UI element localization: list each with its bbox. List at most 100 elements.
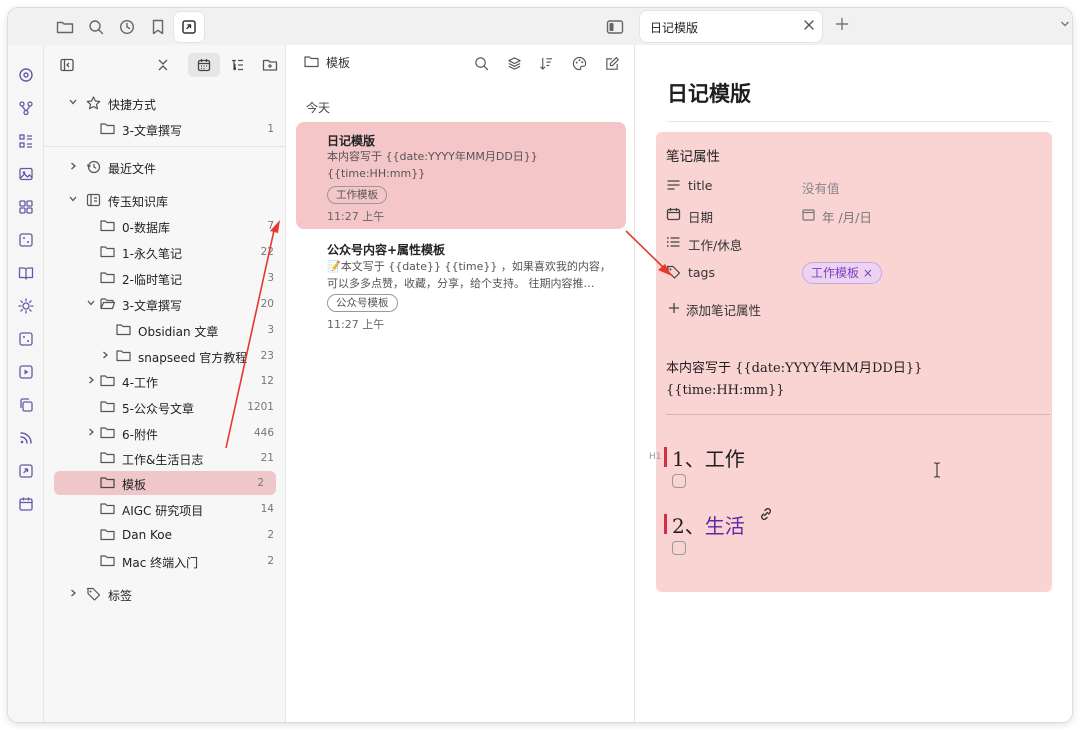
template-icon[interactable]	[16, 461, 36, 481]
count-badge: 14	[260, 503, 274, 515]
note-card-selected[interactable]: 日记模版 本内容写于 {{date:YYYY年MM月DD日}} {{time:H…	[296, 122, 626, 229]
canvas-icon[interactable]	[16, 197, 36, 217]
dots-icon[interactable]	[16, 230, 36, 250]
chevron-right-icon	[68, 161, 78, 171]
heading-life[interactable]: 2、生活	[672, 510, 745, 539]
property-work-rest[interactable]: 工作/休息	[666, 233, 1046, 253]
task-checkbox[interactable]	[672, 474, 686, 488]
folder-icon	[116, 323, 131, 336]
folder-item[interactable]: Dan Koe 2	[44, 523, 286, 547]
note-body-text[interactable]: 本内容写于 {{date:YYYY年MM月DD日}} {{time:HH:mm}…	[666, 358, 1046, 402]
vault-label: 传玉知识库	[108, 195, 169, 209]
vault-root[interactable]: 传玉知识库	[44, 188, 286, 212]
calendar-icon	[666, 207, 681, 221]
internal-link[interactable]: 生活	[705, 514, 745, 538]
link-icon[interactable]	[758, 506, 774, 522]
calendar-icon[interactable]	[188, 53, 220, 77]
heading-level-marker: H1	[649, 452, 662, 462]
image-icon[interactable]	[16, 164, 36, 184]
copy-icon[interactable]	[16, 395, 36, 415]
current-folder-label: 模板	[326, 56, 351, 70]
folder-label: Mac 终端入门	[122, 556, 199, 570]
plus-icon[interactable]	[834, 16, 850, 32]
add-property-label: 添加笔记属性	[686, 303, 762, 318]
collapse-sidebar-icon[interactable]	[56, 55, 78, 75]
book-icon[interactable]	[16, 263, 36, 283]
rss-icon[interactable]	[16, 428, 36, 448]
search-icon[interactable]	[85, 16, 107, 38]
property-tags[interactable]: tags 工作模板 ×	[666, 262, 1046, 284]
chevron-right-icon	[86, 375, 96, 385]
note-title[interactable]: 日记模版	[667, 78, 751, 108]
bookmark-icon[interactable]	[147, 16, 169, 38]
tag-pill[interactable]: 工作模板 ×	[802, 262, 882, 284]
date-picker-icon[interactable]	[802, 208, 815, 221]
folder-icon	[100, 122, 115, 135]
search-icon[interactable]	[471, 54, 491, 72]
layout-icon[interactable]	[16, 131, 36, 151]
folder-icon[interactable]	[54, 16, 76, 38]
tag-icon	[666, 265, 681, 279]
recent-files-section[interactable]: 最近文件	[44, 155, 286, 179]
note-card-tag[interactable]: 公众号模板	[327, 294, 398, 312]
branch-icon[interactable]	[16, 98, 36, 118]
video-icon[interactable]	[16, 362, 36, 382]
collapse-all-icon[interactable]	[152, 55, 174, 75]
tab-diary-template[interactable]: 日记模版	[640, 11, 822, 42]
dots2-icon[interactable]	[16, 329, 36, 349]
folder-label: Dan Koe	[122, 528, 173, 542]
heading-work[interactable]: 1、工作	[672, 443, 745, 472]
folder-item[interactable]: 1-永久笔记 22	[44, 240, 286, 264]
tags-label: 标签	[108, 589, 133, 603]
folder-icon	[116, 349, 131, 362]
property-value[interactable]: 没有值	[802, 178, 840, 197]
folder-label: 工作&生活日志	[122, 453, 204, 467]
chevron-right-icon	[86, 427, 96, 437]
date-value[interactable]: 年 /月/日	[822, 207, 872, 226]
graph-view-icon[interactable]	[16, 65, 36, 85]
template-icon[interactable]	[174, 12, 204, 42]
folder-item[interactable]: 2-临时笔记 3	[44, 266, 286, 290]
palette-icon[interactable]	[569, 54, 589, 72]
folder-item[interactable]: Mac 终端入门 2	[44, 549, 286, 573]
folder-item[interactable]: 0-数据库 7	[44, 214, 286, 238]
calendar-icon[interactable]	[16, 494, 36, 514]
shortcut-item[interactable]: 3-文章撰写 1	[44, 117, 286, 141]
folder-item[interactable]: 4-工作 12	[44, 369, 286, 393]
shortcuts-label: 快捷方式	[108, 98, 157, 112]
close-icon[interactable]	[802, 18, 816, 32]
folder-item[interactable]: 5-公众号文章 1201	[44, 395, 286, 419]
folder-item[interactable]: AIGC 研究项目 14	[44, 497, 286, 521]
sun-icon[interactable]	[16, 296, 36, 316]
layers-icon[interactable]	[504, 54, 524, 72]
folder-item[interactable]: Obsidian 文章 3	[44, 318, 286, 342]
count-badge: 2	[257, 477, 264, 489]
folder-item-selected[interactable]: 模板 2	[54, 471, 276, 495]
text-cursor-icon	[933, 462, 941, 478]
folder-icon	[304, 55, 319, 68]
property-title[interactable]: title 没有值	[666, 176, 1046, 196]
count-badge: 3	[267, 272, 274, 284]
task-checkbox[interactable]	[672, 541, 686, 555]
folder-item[interactable]: 6-附件 446	[44, 421, 286, 445]
note-card-tag[interactable]: 工作模板	[327, 186, 387, 204]
sidebar-toggle-icon[interactable]	[604, 16, 626, 38]
new-note-icon[interactable]	[602, 54, 622, 72]
note-card[interactable]: 公众号内容+属性模板 📝本文写于 {{date}} {{time}} ，如果喜欢…	[296, 231, 626, 336]
tags-section[interactable]: 标签	[44, 582, 286, 606]
folder-item[interactable]: snapseed 官方教程 23	[44, 344, 286, 368]
property-date[interactable]: 日期 年 /月/日	[666, 205, 1046, 225]
clock-icon[interactable]	[116, 16, 138, 38]
tree-icon[interactable]	[226, 55, 248, 75]
folder-item[interactable]: 工作&生活日志 21	[44, 446, 286, 470]
chevron-right-icon	[100, 350, 110, 360]
new-folder-icon[interactable]	[259, 55, 281, 75]
tab-title: 日记模版	[650, 21, 699, 35]
shortcuts-section[interactable]: 快捷方式	[44, 91, 286, 115]
sort-icon[interactable]	[536, 54, 556, 72]
chevron-down-icon	[68, 97, 78, 107]
folder-item[interactable]: 3-文章撰写 20	[44, 292, 286, 316]
folder-label: 4-工作	[122, 376, 158, 390]
chevron-down-icon[interactable]	[1060, 20, 1070, 28]
folder-icon	[100, 400, 115, 413]
